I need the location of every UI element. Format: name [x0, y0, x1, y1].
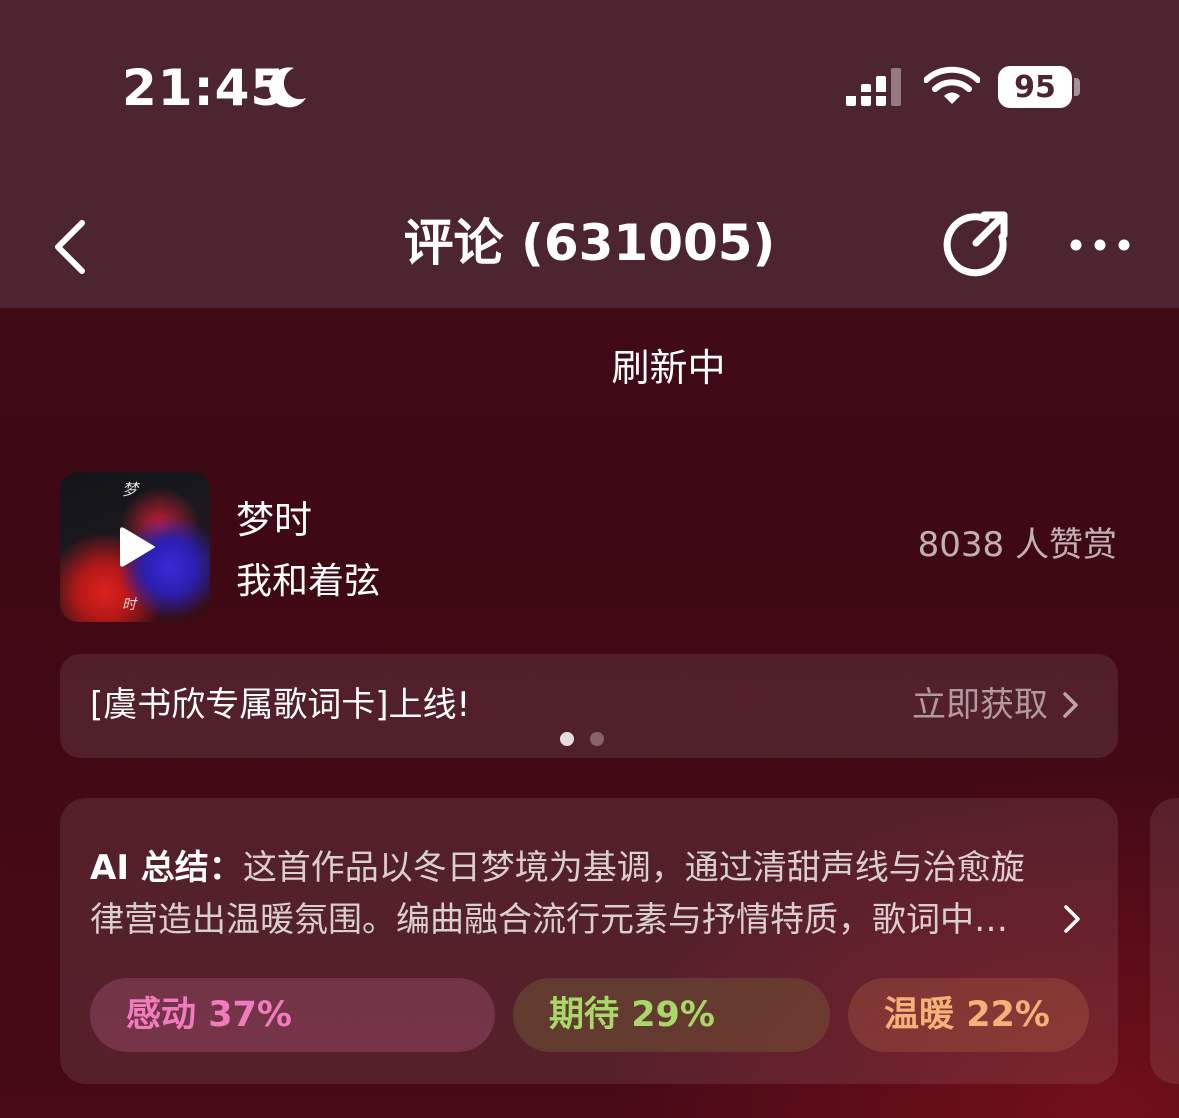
ai-summary-line1: 这首作品以冬日梦境为基调，通过清甜声线与治愈旋 — [242, 848, 1025, 888]
battery-tip — [1074, 78, 1080, 96]
ai-summary-line2: 律营造出温暖氛围。编曲融合流行元素与抒情特质，歌词中… — [90, 900, 1008, 940]
album-cover[interactable]: 梦 时 — [60, 472, 210, 622]
cover-text-bottom: 时 — [122, 597, 136, 613]
moon-icon — [269, 67, 306, 108]
emotion-tag-moved[interactable]: 感动 37% — [90, 978, 495, 1052]
banner-text: [虞书欣专属歌词卡]上线! — [90, 685, 471, 725]
cover-text-top: 梦 — [122, 480, 139, 499]
tag-percent: 22% — [966, 995, 1050, 1035]
tag-label: 感动 — [126, 995, 197, 1035]
chevron-right-icon[interactable] — [1058, 690, 1082, 720]
signal-icon — [846, 68, 901, 106]
status-time: 21:45 — [122, 59, 287, 117]
song-artist[interactable]: 我和着弦 — [236, 556, 380, 608]
next-card-peek[interactable] — [1150, 798, 1179, 1084]
tag-percent: 37% — [208, 995, 292, 1035]
tag-percent: 29% — [631, 995, 715, 1035]
ai-summary-card[interactable]: AI 总结：这首作品以冬日梦境为基调，通过清甜声线与治愈旋 律营造出温暖氛围。编… — [60, 798, 1118, 1084]
more-icon[interactable] — [1064, 225, 1140, 265]
tag-label: 温暖 — [884, 995, 955, 1035]
wifi-icon — [924, 66, 980, 104]
emotion-tag-expect[interactable]: 期待 29% — [513, 978, 830, 1052]
likes-count[interactable]: 8038 人赞赏 — [918, 520, 1117, 570]
ai-summary-label: AI 总结： — [90, 848, 243, 888]
share-icon[interactable] — [940, 207, 1012, 279]
refresh-indicator: 刷新中 — [611, 346, 726, 390]
lyric-card-banner[interactable]: [虞书欣专属歌词卡]上线! 立即获取 — [60, 654, 1118, 758]
carousel-dot-active — [560, 732, 574, 746]
header-area: 21:45 95 评论 (631005) — [0, 0, 1179, 308]
ai-summary-text: AI 总结：这首作品以冬日梦境为基调，通过清甜声线与治愈旋 律营造出温暖氛围。编… — [90, 842, 1080, 946]
banner-action-link[interactable]: 立即获取 — [912, 680, 1048, 730]
chevron-right-icon[interactable] — [1060, 902, 1084, 936]
tag-label: 期待 — [549, 995, 620, 1035]
carousel-dot — [590, 732, 604, 746]
song-title[interactable]: 梦时 — [236, 492, 312, 548]
status-bar: 21:45 95 — [0, 0, 1179, 170]
battery-icon: 95 — [998, 66, 1072, 108]
battery-level: 95 — [1014, 69, 1056, 105]
play-icon[interactable] — [118, 524, 158, 570]
emotion-tag-warm[interactable]: 温暖 22% — [848, 978, 1089, 1052]
